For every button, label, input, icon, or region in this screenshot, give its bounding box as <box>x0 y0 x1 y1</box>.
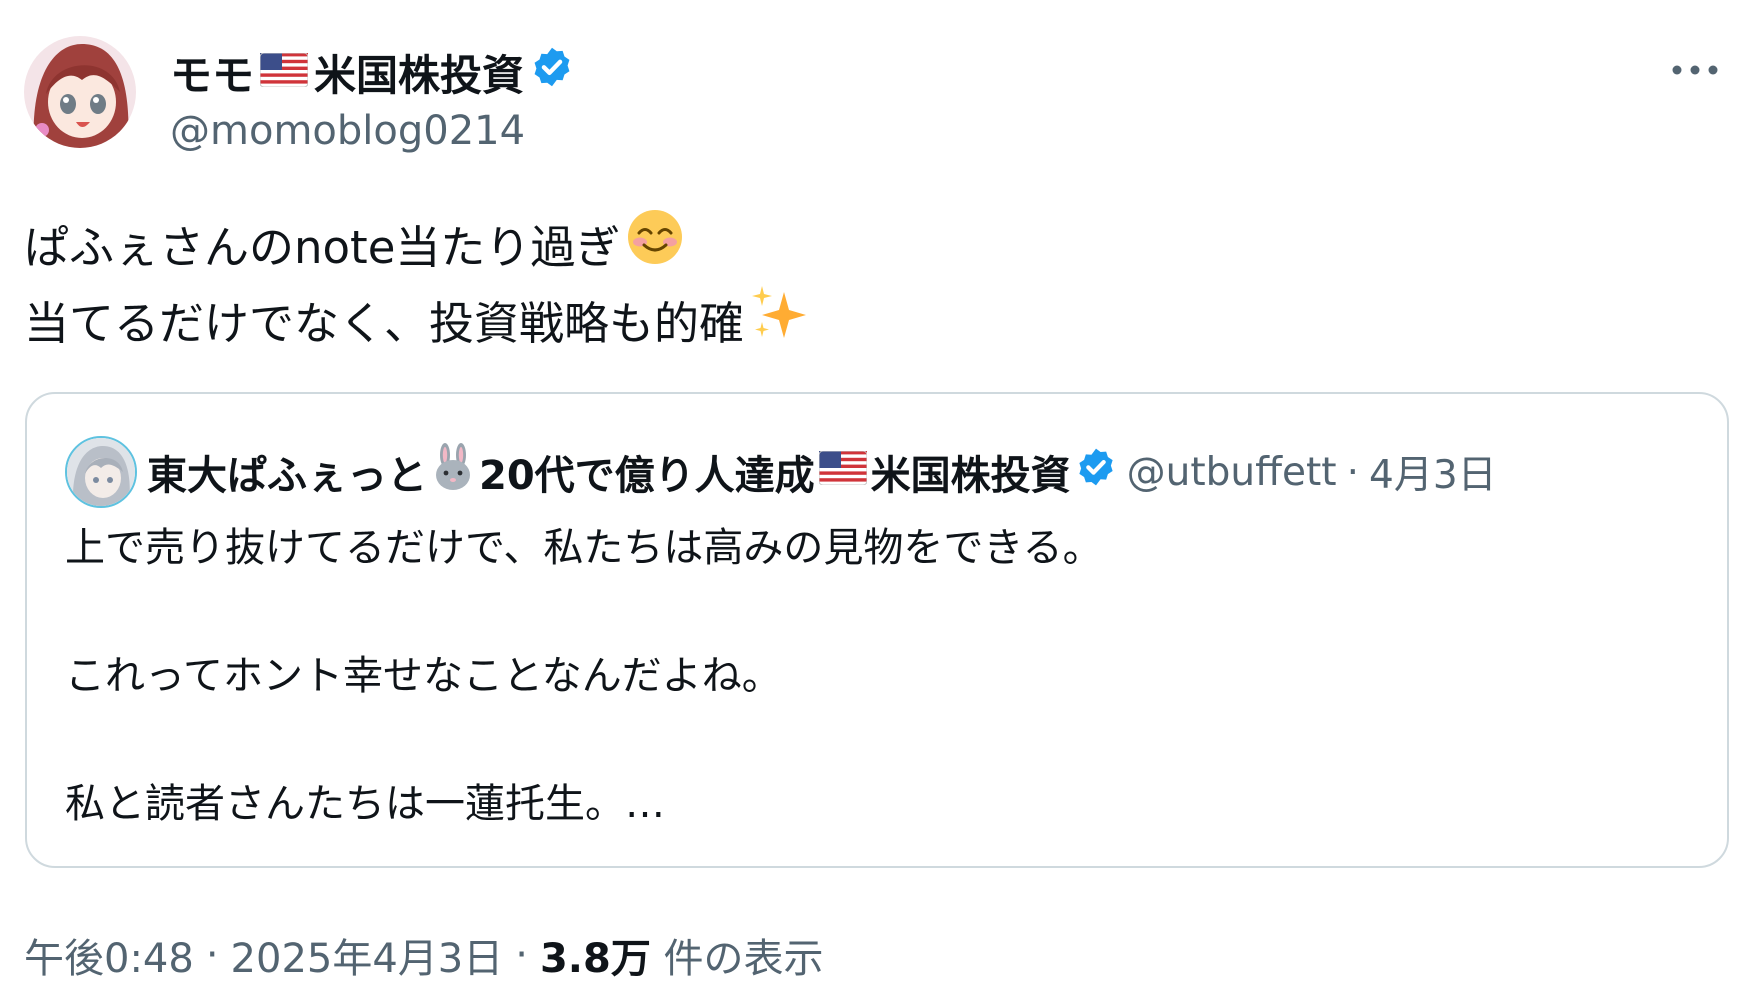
quote-handle[interactable]: @utbuffett <box>1127 450 1337 495</box>
quoted-tweet-card[interactable]: 東大ぱふぇっと 20代で億り人達成 米国株投資 @utbuffett · 4月3… <box>25 392 1729 868</box>
tweet-line-1-text: ぱふぇさんのnote当たり過ぎ <box>24 221 621 274</box>
quote-name-suffix: 米国株投資 <box>870 453 1071 499</box>
author-handle[interactable]: @momoblog0214 <box>170 108 525 154</box>
meta-separator: · <box>205 932 219 978</box>
author-name-text: モモ <box>170 50 255 100</box>
quote-separator: · <box>1346 449 1360 495</box>
quote-paragraph: 私と読者さんたちは一蓮托生。… <box>65 781 665 827</box>
views-count: 3.8万 <box>539 936 651 982</box>
more-options-button[interactable] <box>1660 50 1730 90</box>
quote-paragraph: これってホント幸せなことなんだよね。 <box>65 653 782 699</box>
verified-badge-icon <box>1075 446 1117 498</box>
us-flag-icon <box>818 449 868 495</box>
quote-avatar[interactable] <box>65 436 137 508</box>
quote-paragraph: 上で売り抜けてるだけで、私たちは高みの見物をできる。 <box>65 525 1103 571</box>
verified-badge-icon <box>530 45 574 99</box>
tweet-meta: 午後0:48 · 2025年4月3日 · 3.8万 件の表示 <box>24 926 824 984</box>
smiling-face-icon <box>626 208 684 289</box>
tweet-line-2-text: 当てるだけでなく、投資戦略も的確 <box>24 297 745 350</box>
tweet-text: ぱふぇさんのnote当たり過ぎ 当てるだけでなく、投資戦略も的確 <box>24 208 808 365</box>
us-flag-icon <box>259 48 309 97</box>
quote-body: 上で売り抜けてるだけで、私たちは高みの見物をできる。 これってホント幸せなことな… <box>65 516 1103 836</box>
tweet-date[interactable]: 2025年4月3日 <box>231 926 504 984</box>
quote-display-name[interactable]: 東大ぱふぇっと 20代で億り人達成 米国株投資 <box>147 443 1117 501</box>
quote-name-text: 東大ぱふぇっと <box>147 453 427 499</box>
tweet-time[interactable]: 午後0:48 <box>24 926 194 984</box>
meta-separator: · <box>515 932 528 978</box>
more-dots-icon <box>1672 65 1718 75</box>
tweet-line-1: ぱふぇさんのnote当たり過ぎ <box>24 208 808 289</box>
quote-name-mid: 20代で億り人達成 <box>479 453 815 499</box>
rabbit-icon <box>431 443 475 501</box>
tweet-line-2: 当てるだけでなく、投資戦略も的確 <box>24 284 808 365</box>
author-display-name[interactable]: モモ 米国株投資 <box>170 40 574 104</box>
quote-header: 東大ぱふぇっと 20代で億り人達成 米国株投資 @utbuffett · 4月3… <box>65 432 1497 512</box>
sparkles-icon <box>750 284 808 365</box>
author-avatar[interactable] <box>24 36 136 148</box>
author-name-suffix: 米国株投資 <box>314 50 525 100</box>
quote-date[interactable]: 4月3日 <box>1369 444 1497 500</box>
views-label: 件の表示 <box>663 936 824 982</box>
